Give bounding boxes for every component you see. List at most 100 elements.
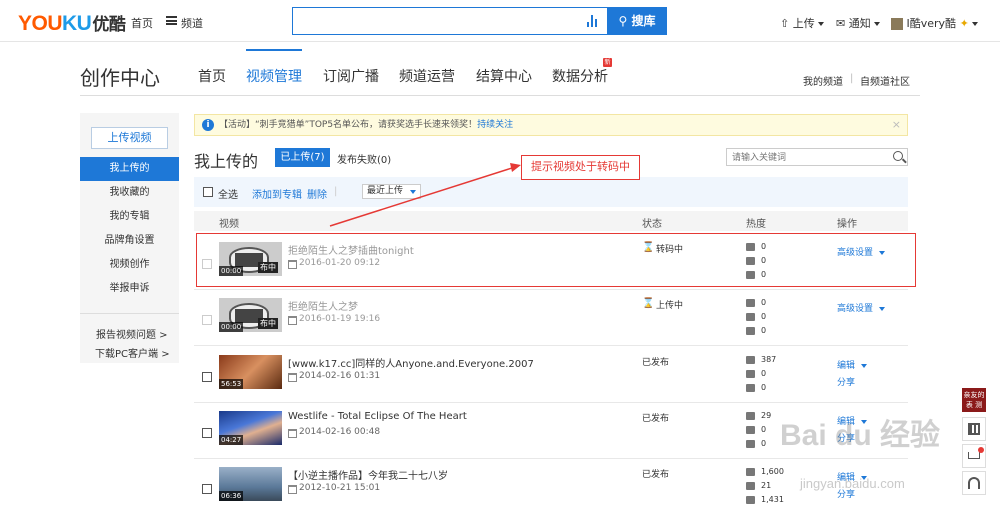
fav-icon <box>746 495 755 504</box>
headset-icon[interactable] <box>962 471 986 495</box>
tab-uploaded[interactable]: 已上传(7) <box>275 148 330 167</box>
user-menu[interactable]: I酷very酷 ✦ <box>891 15 978 31</box>
duration: 56:53 <box>219 379 244 389</box>
tab-data-analysis[interactable]: 数据分析 <box>552 66 608 86</box>
status-badge: 上传中 <box>656 301 684 311</box>
download-client-link[interactable]: 下载PC客户端 > <box>95 345 170 360</box>
hourglass-icon: ⌛ <box>642 298 655 309</box>
sidebar-item-brand[interactable]: 品牌角设置 <box>80 229 179 253</box>
my-channel-link[interactable]: 我的频道 <box>803 73 843 88</box>
sort-select[interactable]: 最近上传 <box>362 184 421 199</box>
tab-home[interactable]: 首页 <box>198 66 226 86</box>
fav-count: 0 <box>746 326 766 335</box>
col-heat: 热度 <box>746 219 766 230</box>
fav-icon <box>746 439 755 448</box>
fav-count: 1,431 <box>746 495 784 504</box>
status-badge: 已发布 <box>642 358 670 368</box>
table-row: 56:53 [www.k17.cc]同样的人Anyone.and.Everyon… <box>194 347 908 403</box>
keyword-input[interactable] <box>727 149 887 165</box>
toolbar: 全选 添加到专辑 删除 | 最近上传 <box>194 177 908 207</box>
video-title[interactable]: [www.k17.cc]同样的人Anyone.and.Everyone.2007 <box>288 355 534 370</box>
channel-community-link[interactable]: 自频道社区 <box>860 73 910 88</box>
row-checkbox[interactable] <box>202 372 212 382</box>
baidu-watermark-url: jingyan.baidu.com <box>800 476 905 491</box>
add-to-album-button[interactable]: 添加到专辑 <box>252 186 302 201</box>
tab-failed[interactable]: 发布失败(0) <box>337 151 391 166</box>
chevron-down-icon <box>861 363 868 368</box>
delete-button[interactable]: 删除 <box>307 186 327 201</box>
video-thumbnail[interactable]: 布中 00:00 <box>219 298 282 332</box>
status-badge: 已发布 <box>642 414 670 424</box>
youku-logo[interactable]: YOUKU优酷 <box>18 10 126 36</box>
top-nav-channel[interactable]: 频道 <box>181 15 203 31</box>
select-all-label[interactable]: 全选 <box>218 186 238 201</box>
select-all-checkbox[interactable] <box>203 187 213 197</box>
promo-badge[interactable]: 亲友的表 测 <box>962 388 986 412</box>
play-icon <box>746 467 755 476</box>
tab-subscribe[interactable]: 订阅广播 <box>323 66 379 86</box>
video-title[interactable]: 【小逆主播作品】今年我二十七八岁 <box>288 467 448 482</box>
play-count: 1,600 <box>746 467 784 476</box>
edit-button[interactable]: 编辑 <box>837 358 868 371</box>
video-thumbnail[interactable]: 04:27 <box>219 411 282 445</box>
baidu-watermark: Bai du 经验 <box>780 419 941 452</box>
sidebar-item-my-uploads[interactable]: 我上传的 <box>80 157 179 181</box>
upload-menu[interactable]: ⇧ 上传 <box>780 15 824 31</box>
comment-count: 0 <box>746 312 766 321</box>
sidebar-item-albums[interactable]: 我的专辑 <box>80 205 179 229</box>
notify-menu[interactable]: ✉ 通知 <box>836 15 880 31</box>
sidebar-item-creation[interactable]: 视频创作 <box>80 253 179 277</box>
advanced-settings-button[interactable]: 高级设置 <box>837 301 886 314</box>
row-checkbox[interactable] <box>202 315 212 325</box>
video-title[interactable]: Westlife - Total Eclipse Of The Heart <box>288 411 467 422</box>
fav-icon <box>746 383 755 392</box>
badge-icon: ✦ <box>959 17 969 30</box>
mail-icon: ✉ <box>836 17 846 30</box>
row-checkbox[interactable] <box>202 428 212 438</box>
chevron-down-icon <box>873 22 880 26</box>
toolbar-divider: | <box>334 186 338 197</box>
share-button[interactable]: 分享 <box>837 375 855 388</box>
chevron-down-icon <box>817 22 824 26</box>
fav-count: 0 <box>746 383 766 392</box>
notice-link[interactable]: 持续关注 <box>477 120 513 130</box>
tab-video-manage[interactable]: 视频管理 <box>246 66 302 86</box>
upload-icon: ⇧ <box>780 17 790 30</box>
search-icon[interactable] <box>893 151 903 161</box>
link-divider: | <box>850 73 854 84</box>
video-date: 2012-10-21 15:01 <box>288 483 380 494</box>
menu-icon[interactable] <box>166 16 177 25</box>
play-icon <box>746 355 755 364</box>
video-thumbnail[interactable]: 56:53 <box>219 355 282 389</box>
search-input[interactable] <box>293 8 573 34</box>
cart-icon[interactable] <box>962 444 986 468</box>
top-nav-home[interactable]: 首页 <box>131 15 153 31</box>
sidebar-item-report[interactable]: 举报申诉 <box>80 277 179 301</box>
page-title: 创作中心 <box>80 66 160 90</box>
search-button[interactable]: ⚲ 搜库 <box>607 7 667 35</box>
comment-count: 21 <box>746 481 771 490</box>
bar-chart-icon[interactable] <box>587 15 599 27</box>
section-title: 我上传的 <box>194 152 259 171</box>
video-title[interactable]: 拒绝陌生人之梦 <box>288 298 358 313</box>
comment-icon <box>746 312 755 321</box>
col-actions: 操作 <box>837 219 857 230</box>
video-thumbnail[interactable]: 06:36 <box>219 467 282 501</box>
upload-video-button[interactable]: 上传视频 <box>91 127 168 149</box>
col-status: 状态 <box>642 219 662 230</box>
qr-code-icon[interactable] <box>962 417 986 441</box>
creator-header: 创作中心 首页 视频管理 订阅广播 频道运营 结算中心 数据分析 新 我的频道 … <box>0 42 1000 96</box>
video-date: 2016-01-19 19:16 <box>288 314 380 325</box>
chevron-down-icon <box>410 190 416 194</box>
sidebar-item-favorites[interactable]: 我收藏的 <box>80 181 179 205</box>
tab-settlement[interactable]: 结算中心 <box>476 66 532 86</box>
video-date: 2014-02-16 00:48 <box>288 427 380 438</box>
tab-channel-ops[interactable]: 频道运营 <box>399 66 455 86</box>
highlight-box <box>196 233 916 287</box>
report-problem-link[interactable]: 报告视频问题 > <box>96 326 168 341</box>
row-checkbox[interactable] <box>202 484 212 494</box>
table-row: 布中 00:00 拒绝陌生人之梦 2016-01-19 19:16 ⌛ 上传中 … <box>194 290 908 346</box>
chevron-down-icon <box>879 306 886 311</box>
sidebar-divider <box>80 313 179 314</box>
close-icon[interactable]: × <box>892 115 901 135</box>
